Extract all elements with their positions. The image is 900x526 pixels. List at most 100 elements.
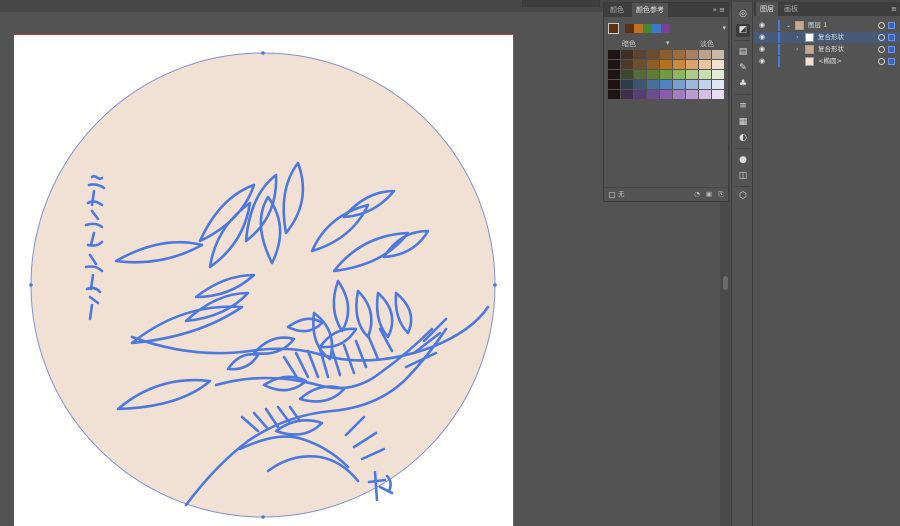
variation-swatch[interactable] (712, 80, 724, 89)
variation-swatch[interactable] (660, 60, 672, 69)
variation-swatch[interactable] (608, 80, 620, 89)
variation-swatch[interactable] (647, 80, 659, 89)
libraries-icon[interactable]: ▤ (736, 46, 750, 59)
variation-swatch[interactable] (634, 80, 646, 89)
variation-swatch[interactable] (673, 70, 685, 79)
target-circle-icon[interactable] (878, 34, 885, 41)
variation-swatch[interactable] (699, 80, 711, 89)
artboard[interactable] (14, 34, 514, 526)
symbols-icon[interactable]: ♣ (736, 78, 750, 91)
variation-swatch[interactable] (686, 80, 698, 89)
variation-swatch[interactable] (712, 60, 724, 69)
variation-swatch[interactable] (673, 80, 685, 89)
layer-row-sublayer[interactable]: ◉ › 复合形状 (754, 32, 900, 43)
variation-swatch[interactable] (660, 70, 672, 79)
variation-swatch[interactable] (608, 50, 620, 59)
tab-color[interactable]: 颜色 (606, 3, 628, 17)
variation-swatch[interactable] (634, 60, 646, 69)
variation-swatch[interactable] (673, 60, 685, 69)
harmony-swatch[interactable] (625, 24, 634, 33)
variation-swatch[interactable] (712, 90, 724, 99)
harmony-swatch[interactable] (634, 24, 643, 33)
harmony-color-strip[interactable] (625, 24, 670, 33)
tab-color-guide[interactable]: 颜色参考 (632, 3, 668, 17)
variation-swatch[interactable] (686, 70, 698, 79)
variation-swatch[interactable] (673, 90, 685, 99)
align-icon[interactable]: ≡ (736, 100, 750, 113)
swatch-limit-icon[interactable] (609, 192, 615, 198)
variation-swatch[interactable] (608, 60, 620, 69)
color-wheel-icon[interactable]: ◎ (736, 8, 750, 21)
variation-swatch[interactable] (699, 70, 711, 79)
layer-name: 图层 1 (808, 21, 828, 29)
variation-swatch[interactable] (712, 50, 724, 59)
variation-swatch[interactable] (699, 50, 711, 59)
visibility-eye-icon[interactable]: ◉ (759, 44, 765, 55)
transparency-icon[interactable]: ◐ (736, 132, 750, 145)
target-circle-icon[interactable] (878, 22, 885, 29)
tab-layers[interactable]: 图层 (756, 2, 778, 16)
top-bar-field[interactable] (522, 0, 600, 7)
selection-indicator[interactable] (888, 46, 895, 53)
layer-row-sublayer[interactable]: ◉ › 复合形状 (754, 44, 900, 55)
harmony-swatch[interactable] (661, 24, 670, 33)
edit-colors-icon[interactable]: ◔ (692, 188, 702, 201)
scrollbar-thumb[interactable] (723, 276, 728, 290)
target-circle-icon[interactable] (878, 46, 885, 53)
selection-indicator[interactable] (888, 58, 895, 65)
layer-row-layer-1[interactable]: ◉ ⌄ 图层 1 (754, 20, 900, 31)
variation-swatch[interactable] (673, 50, 685, 59)
variation-swatch[interactable] (686, 60, 698, 69)
harmony-swatch[interactable] (652, 24, 661, 33)
variation-swatch[interactable] (660, 50, 672, 59)
tab-artboards[interactable]: 画板 (780, 2, 802, 16)
variation-swatch[interactable] (634, 70, 646, 79)
variation-swatch[interactable] (647, 50, 659, 59)
variation-swatch[interactable] (621, 80, 633, 89)
swatch-group-icon[interactable]: ▣ (704, 188, 714, 201)
appearance-icon[interactable]: ● (736, 154, 750, 167)
variation-swatch[interactable] (608, 70, 620, 79)
color-guide-icon[interactable]: ◩ (736, 24, 750, 37)
variation-swatch[interactable] (712, 70, 724, 79)
visibility-eye-icon[interactable]: ◉ (759, 20, 765, 31)
brushes-icon[interactable]: ✎ (736, 62, 750, 75)
variation-swatch[interactable] (634, 90, 646, 99)
chevron-down-icon[interactable]: ▾ (722, 24, 726, 32)
harmony-rules[interactable]: ▾ (608, 23, 726, 35)
variation-swatch[interactable] (660, 90, 672, 99)
variation-swatch[interactable] (686, 50, 698, 59)
color-variation-grid[interactable] (608, 50, 725, 100)
save-to-swatches-icon[interactable]: ⎘ (716, 188, 726, 201)
variation-swatch[interactable] (621, 60, 633, 69)
selection-indicator[interactable] (888, 34, 895, 41)
panel-menu-icon[interactable]: » ≡ (713, 3, 725, 17)
artwork[interactable] (14, 35, 514, 526)
variation-swatch[interactable] (634, 50, 646, 59)
panel-menu-icon[interactable]: ≡ (891, 2, 897, 16)
variation-swatch[interactable] (699, 60, 711, 69)
chevron-down-icon[interactable]: ⌄ (786, 20, 791, 31)
variation-swatch[interactable] (621, 50, 633, 59)
variation-swatch[interactable] (647, 90, 659, 99)
variation-swatch[interactable] (660, 80, 672, 89)
gradient-icon[interactable]: ▦ (736, 116, 750, 129)
variation-swatch[interactable] (647, 60, 659, 69)
stroke-icon[interactable]: ⬡ (736, 190, 750, 203)
variation-swatch[interactable] (608, 90, 620, 99)
visibility-eye-icon[interactable]: ◉ (759, 32, 765, 43)
target-circle-icon[interactable] (878, 58, 885, 65)
variation-swatch[interactable] (647, 70, 659, 79)
selection-indicator[interactable] (888, 22, 895, 29)
visibility-eye-icon[interactable]: ◉ (759, 56, 765, 67)
chevron-right-icon[interactable]: › (796, 44, 798, 55)
variation-swatch[interactable] (699, 90, 711, 99)
base-color-swatch[interactable] (608, 23, 619, 34)
chevron-right-icon[interactable]: › (796, 32, 798, 43)
layer-row-sublayer[interactable]: ◉ <椭圆> (754, 56, 900, 67)
variation-swatch[interactable] (621, 90, 633, 99)
variation-swatch[interactable] (621, 70, 633, 79)
harmony-swatch[interactable] (643, 24, 652, 33)
variation-swatch[interactable] (686, 90, 698, 99)
graphic-styles-icon[interactable]: ◫ (736, 170, 750, 183)
